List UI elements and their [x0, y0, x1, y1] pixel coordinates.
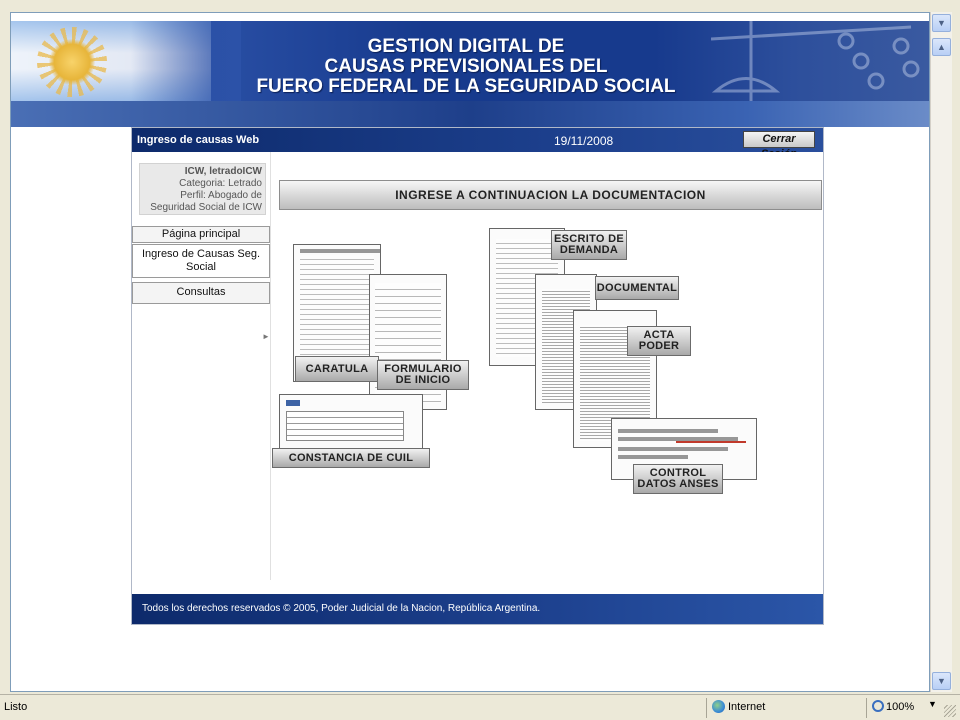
nav-item-home[interactable]: Página principal — [132, 226, 270, 243]
content-bottom-spacer — [270, 580, 823, 594]
cuil-document-thumbnail[interactable] — [279, 394, 423, 452]
zoom-control[interactable]: 100% — [872, 700, 914, 713]
chevron-down-icon[interactable]: ▼ — [932, 14, 951, 32]
escrito-label-line2: DEMANDA — [559, 244, 619, 256]
formulario-inicio-button[interactable]: FORMULARIO DE INICIO — [377, 360, 469, 390]
browser-window: GESTION DIGITAL DE CAUSAS PREVISIONALES … — [0, 0, 960, 720]
zoom-level: 100% — [886, 701, 915, 713]
escrito-demanda-button[interactable]: ESCRITO DE DEMANDA — [551, 230, 627, 260]
page-viewport: GESTION DIGITAL DE CAUSAS PREVISIONALES … — [10, 12, 930, 692]
nav-item-ingreso-line1: Ingreso de Causas Seg. — [141, 248, 261, 260]
acta-poder-button[interactable]: ACTA PODER — [627, 326, 691, 356]
control-label-line2: DATOS ANSES — [637, 478, 719, 490]
app-header: Ingreso de causas Web 19/11/2008 Cerrar … — [132, 128, 823, 160]
globe-icon — [712, 700, 725, 713]
banner-title-line1: GESTION DIGITAL DE — [367, 36, 565, 57]
constancia-cuil-button[interactable]: CONSTANCIA DE CUIL — [272, 448, 430, 468]
user-name: ICW, letradoICW — [184, 166, 262, 177]
user-profile-line1: Perfil: Abogado de — [180, 190, 262, 201]
formulario-label-line2: DE INICIO — [395, 374, 451, 386]
anses-logo-icon — [286, 400, 300, 406]
doc-header-line — [618, 429, 718, 433]
user-profile-line2: Seguridad Social de ICW — [150, 202, 262, 213]
app-title: Ingreso de causas Web — [137, 134, 260, 146]
app-footer: Todos los derechos reservados © 2005, Po… — [132, 594, 823, 624]
content-heading: INGRESE A CONTINUACION LA DOCUMENTACION — [279, 180, 822, 210]
scroll-down-icon[interactable]: ▼ — [932, 672, 951, 690]
status-bar: Listo Internet 100% ▼ — [0, 694, 960, 720]
banner-lower-strip — [11, 101, 929, 127]
resize-grip-icon[interactable] — [944, 705, 956, 717]
tab-strip — [11, 13, 929, 21]
nav-item-ingreso-line2: Social — [186, 261, 216, 273]
security-zone-label: Internet — [728, 701, 766, 713]
nav-item-ingreso-causas[interactable]: Ingreso de Causas Seg. Social — [132, 244, 270, 278]
logout-button[interactable]: Cerrar Sesión — [743, 131, 815, 160]
doc-header-line — [300, 249, 380, 253]
caratula-button[interactable]: CARATULA — [295, 356, 379, 382]
nav-item-consultas[interactable]: Consultas — [132, 282, 270, 304]
footer-copyright: Todos los derechos reservados © 2005, Po… — [142, 603, 541, 614]
sidebar-collapse-arrow-icon[interactable]: ► — [262, 332, 270, 341]
doc-header-line — [618, 447, 728, 451]
status-separator — [866, 698, 867, 718]
banner-title-line2: CAUSAS PREVISIONALES DEL — [324, 56, 608, 77]
security-zone: Internet — [712, 700, 765, 713]
vertical-scrollbar[interactable]: ▼ ▲ ▼ — [930, 12, 952, 692]
zoom-dropdown-chevron-icon[interactable]: ▼ — [928, 699, 937, 709]
scroll-up-icon[interactable]: ▲ — [932, 38, 951, 56]
banner-title: GESTION DIGITAL DE CAUSAS PREVISIONALES … — [161, 37, 771, 97]
status-text: Listo — [4, 701, 28, 713]
sidebar: ICW, letradoICW Categoria: Letrado Perfi… — [132, 152, 270, 580]
zoom-icon — [872, 700, 884, 712]
main-content: INGRESE A CONTINUACION LA DOCUMENTACION — [270, 152, 823, 580]
documental-button[interactable]: DOCUMENTAL — [595, 276, 679, 300]
status-separator — [706, 698, 707, 718]
app-panel: Ingreso de causas Web 19/11/2008 Cerrar … — [131, 127, 824, 625]
banner-title-line3: FUERO FEDERAL DE LA SEGURIDAD SOCIAL — [256, 76, 676, 97]
sun-of-may-icon — [49, 39, 95, 85]
acta-label-line2: PODER — [638, 340, 680, 352]
user-info-box: ICW, letradoICW Categoria: Letrado Perfi… — [139, 163, 266, 215]
app-date: 19/11/2008 — [554, 134, 614, 148]
control-datos-anses-button[interactable]: CONTROL DATOS ANSES — [633, 464, 723, 494]
site-banner: GESTION DIGITAL DE CAUSAS PREVISIONALES … — [11, 21, 929, 101]
user-category: Categoria: Letrado — [179, 178, 262, 189]
doc-header-line — [618, 455, 688, 459]
doc-table — [286, 411, 404, 441]
doc-highlight-line — [676, 441, 746, 443]
